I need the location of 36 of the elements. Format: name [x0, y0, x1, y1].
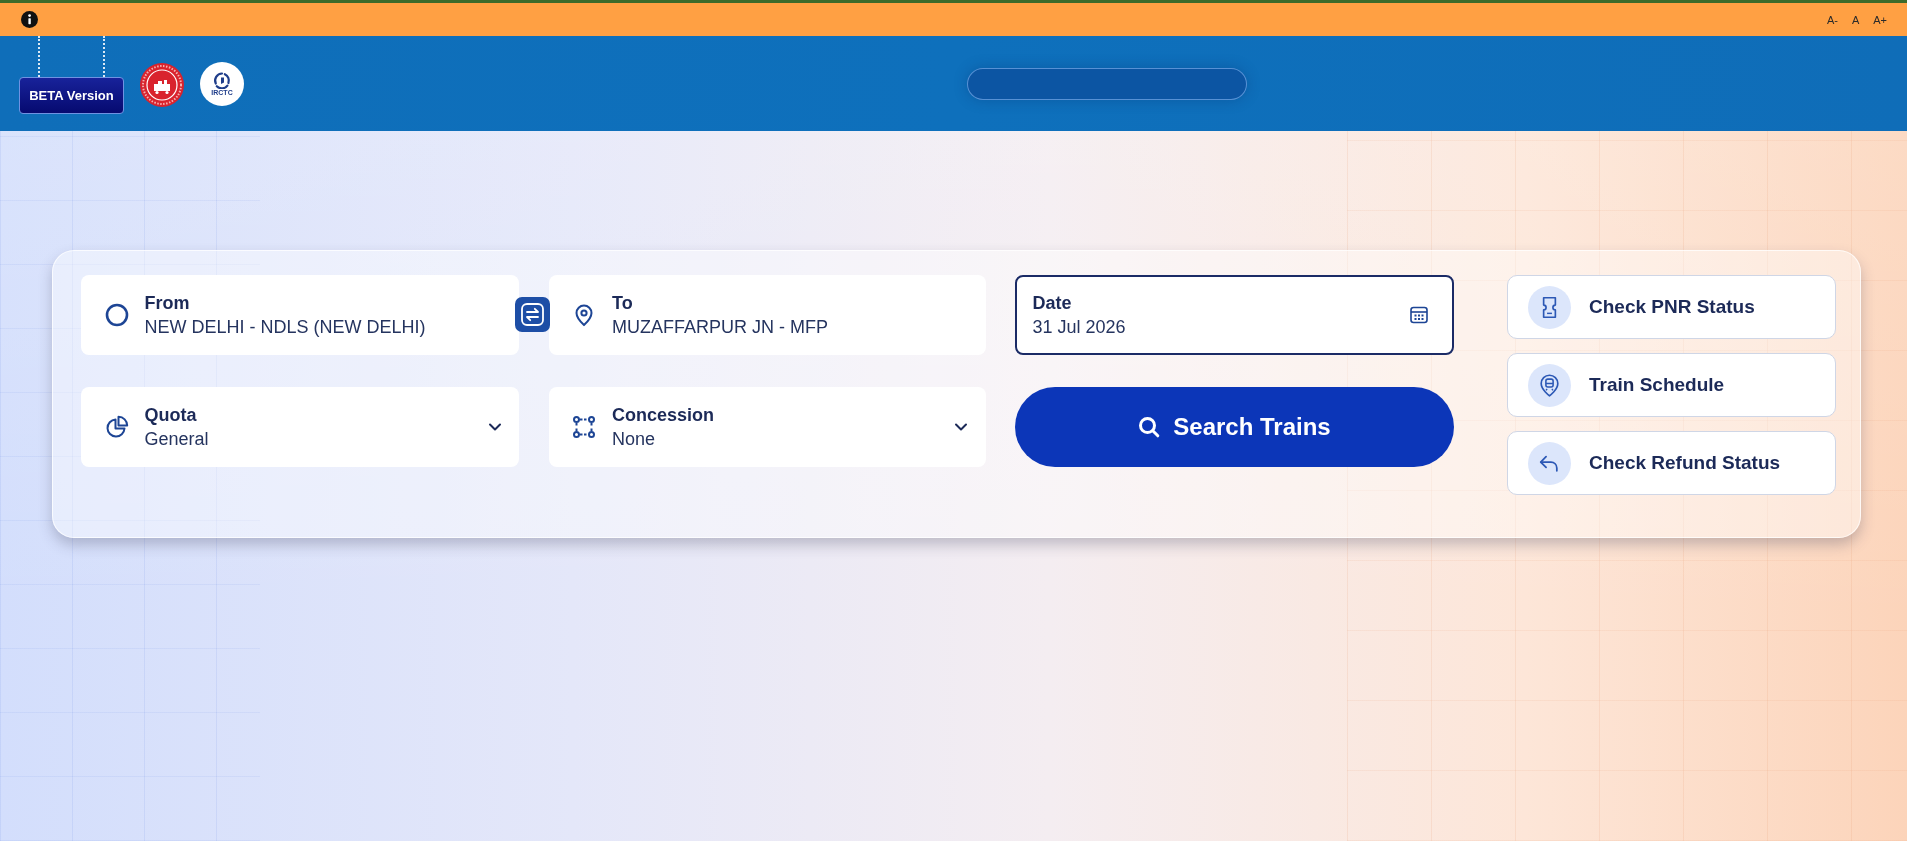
- field-label: Quota: [144, 404, 198, 427]
- swap-icon: [520, 302, 545, 327]
- text-size-button[interactable]: A+: [1869, 11, 1891, 28]
- field-label: Date: [1032, 292, 1073, 315]
- emblem-icon[interactable]: [140, 63, 184, 107]
- swap-button[interactable]: [515, 297, 550, 332]
- destination-field[interactable]: To MUZAFFARPUR JN - MFP: [548, 275, 986, 355]
- swirl-icon: [212, 71, 232, 89]
- field-label: To: [612, 292, 634, 315]
- pie-chart-icon: [104, 415, 129, 439]
- text-size-button[interactable]: A: [1847, 11, 1864, 28]
- input-field[interactable]: [967, 68, 1247, 100]
- field-value: 31 Jul 2026: [1032, 316, 1126, 339]
- field-value: General: [144, 428, 209, 451]
- nodes-icon: [572, 415, 596, 439]
- circle-icon: [104, 303, 129, 327]
- quick-link-button[interactable]: Check PNR Status: [1507, 275, 1836, 339]
- beta-badge: BETA Version: [19, 77, 124, 114]
- ticket-icon: [1528, 285, 1571, 329]
- field-value: NEW DELHI - NDLS (NEW DELHI): [144, 316, 426, 339]
- origin-field[interactable]: From NEW DELHI - NDLS (NEW DELHI): [81, 275, 519, 355]
- train-pin-icon: [1528, 363, 1571, 407]
- quota-dropdown[interactable]: Quota General: [81, 387, 519, 467]
- field-value: None: [612, 428, 657, 451]
- field-label: From: [144, 292, 191, 315]
- info-icon[interactable]: [21, 11, 38, 28]
- quick-link-button[interactable]: Train Schedule: [1507, 353, 1836, 417]
- text-size-button[interactable]: A-: [1822, 11, 1842, 28]
- concession-dropdown[interactable]: Concession None: [548, 387, 986, 467]
- search-icon: [1138, 416, 1161, 438]
- field-value: MUZAFFARPUR JN - MFP: [612, 316, 828, 339]
- date-field[interactable]: Date 31 Jul 2026: [1015, 275, 1454, 355]
- calendar-icon[interactable]: [1408, 305, 1429, 325]
- quick-link-button[interactable]: Check Refund Status: [1507, 431, 1836, 495]
- field-label: Concession: [612, 404, 715, 427]
- search-button[interactable]: Search Trains: [1015, 387, 1454, 467]
